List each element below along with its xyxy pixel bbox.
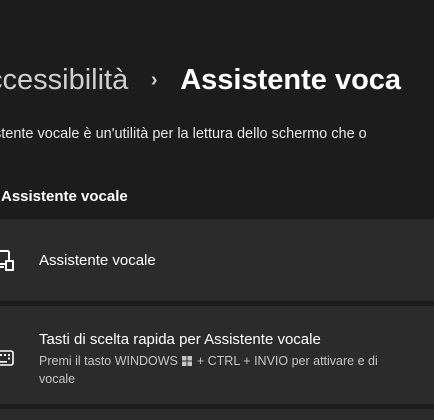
- shortcut-description-line2: vocale: [39, 372, 76, 386]
- section-title: Assistente vocale: [1, 188, 128, 205]
- narrator-shortcut-card[interactable]: Tasti di scelta rapida per Assistente vo…: [0, 306, 434, 404]
- breadcrumb-separator: ›: [150, 69, 158, 91]
- breadcrumb-parent-accessibility[interactable]: ccessibilità: [0, 64, 128, 96]
- settings-page: ccessibilità › Assistente voca stente voca…: [0, 0, 434, 420]
- narrator-icon: [0, 249, 16, 273]
- breadcrumb: ccessibilità › Assistente voca: [0, 60, 401, 100]
- narrator-label: Assistente vocale: [39, 252, 156, 269]
- shortcut-label: Tasti di scelta rapida per Assistente vo…: [39, 331, 321, 348]
- keyboard-icon: [0, 346, 16, 370]
- page-description: stente vocale è un'utilità per la lettur…: [0, 126, 367, 142]
- breadcrumb-current-page: Assistente voca: [180, 64, 402, 96]
- shortcut-description: Premi il tasto WINDOWS + CTRL + INVIO pe…: [39, 352, 434, 388]
- shortcut-description-start: Premi il tasto WINDOWS: [39, 354, 178, 368]
- windows-key-icon: [182, 353, 193, 366]
- shortcut-description-end: + CTRL + INVIO per attivare e di: [196, 354, 378, 368]
- narrator-toggle-card[interactable]: Assistente vocale: [0, 219, 434, 301]
- next-settings-card[interactable]: [0, 409, 434, 420]
